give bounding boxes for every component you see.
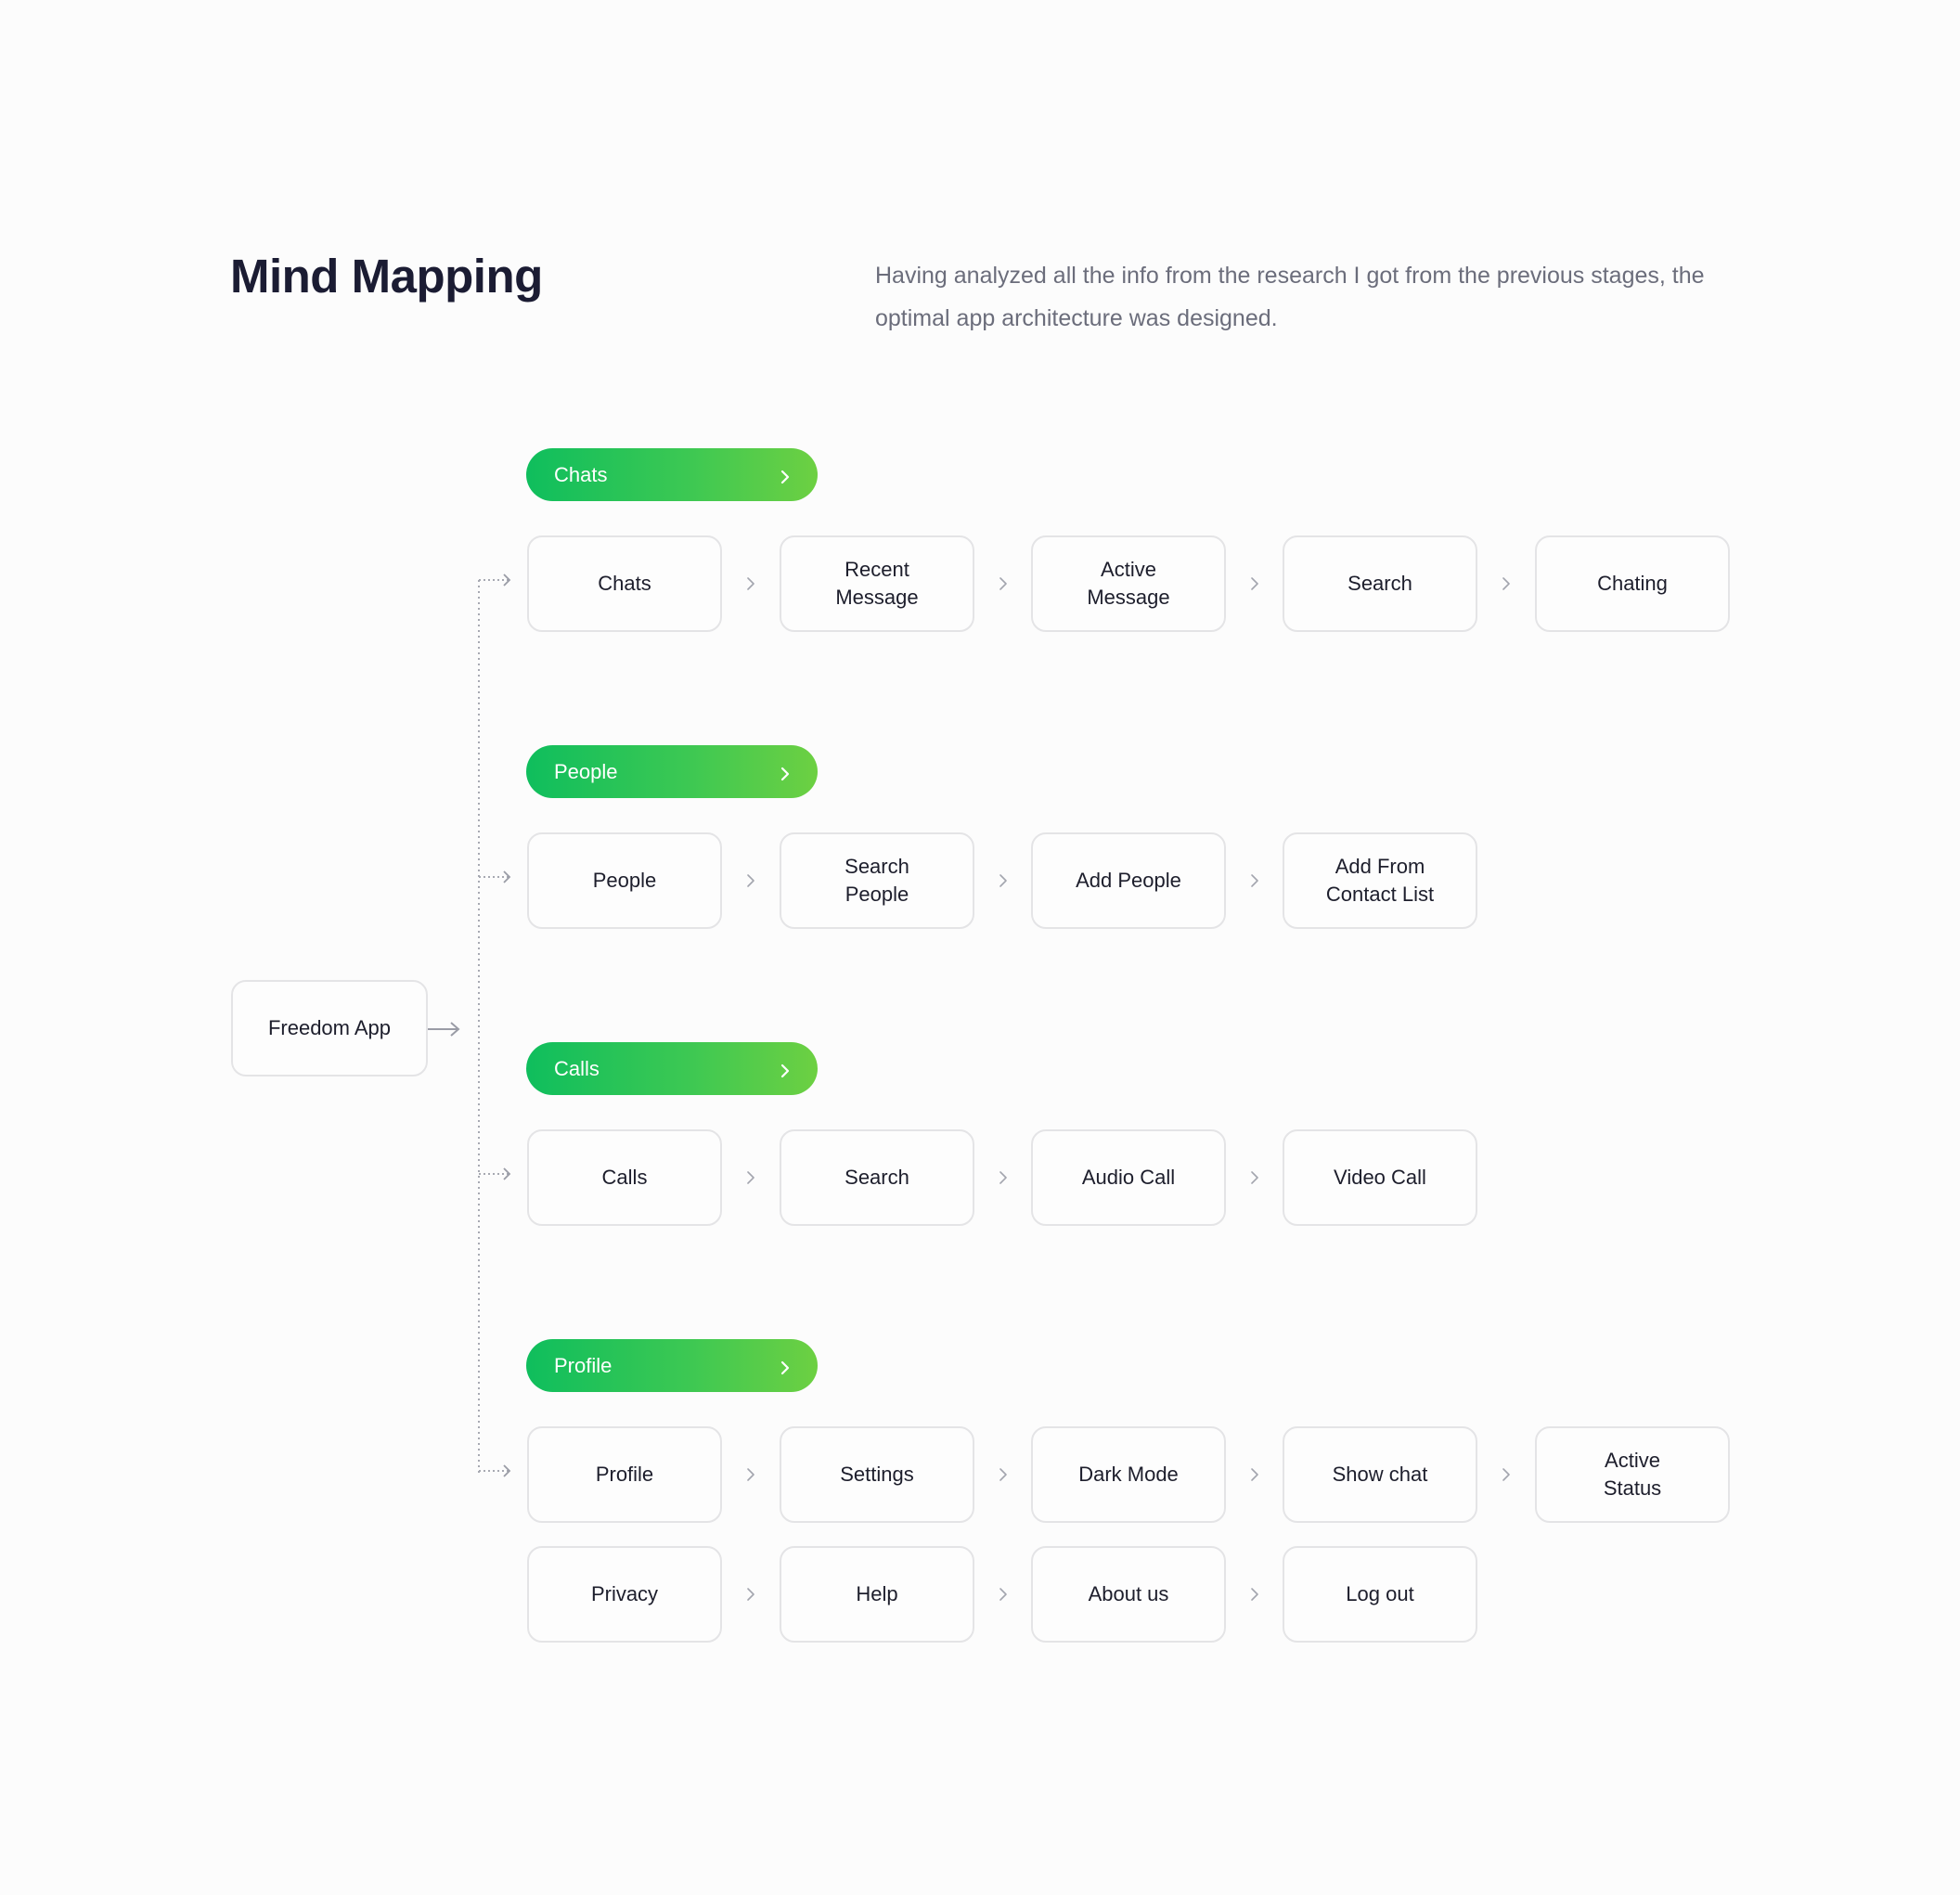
screen-node[interactable]: Search xyxy=(780,1129,974,1226)
chevron-right-icon xyxy=(745,1586,756,1603)
screen-node[interactable]: Add From Contact List xyxy=(1283,832,1477,929)
branch-pill-label: Calls xyxy=(554,1056,600,1080)
screen-node[interactable]: Privacy xyxy=(527,1546,722,1643)
screen-node[interactable]: Chating xyxy=(1535,535,1730,632)
screen-node[interactable]: Add People xyxy=(1031,832,1226,929)
root-arrow-icon xyxy=(428,1022,460,1037)
screen-node[interactable]: Dark Mode xyxy=(1031,1426,1226,1523)
chevron-right-icon xyxy=(779,764,792,780)
chevron-right-icon xyxy=(779,1358,792,1374)
chevron-right-icon xyxy=(745,1466,756,1483)
chevron-right-icon xyxy=(745,1169,756,1186)
chevron-right-icon xyxy=(779,1061,792,1077)
chevron-right-icon xyxy=(745,575,756,592)
screen-node[interactable]: Show chat xyxy=(1283,1426,1477,1523)
screen-node[interactable]: About us xyxy=(1031,1546,1226,1643)
screen-node[interactable]: People xyxy=(527,832,722,929)
screen-node[interactable]: Recent Message xyxy=(780,535,974,632)
chevron-right-icon xyxy=(998,1169,1009,1186)
page-title: Mind Mapping xyxy=(230,250,543,303)
screen-node[interactable]: Audio Call xyxy=(1031,1129,1226,1226)
branch-pill-chats[interactable]: Chats xyxy=(526,448,818,501)
chevron-right-icon xyxy=(998,1586,1009,1603)
branch-pill-calls[interactable]: Calls xyxy=(526,1042,818,1095)
screen-node[interactable]: Search People xyxy=(780,832,974,929)
screen-node[interactable]: Chats xyxy=(527,535,722,632)
branch-connector-arrow-icon xyxy=(479,1167,511,1180)
root-node[interactable]: Freedom App xyxy=(231,980,428,1076)
screen-node[interactable]: Search xyxy=(1283,535,1477,632)
branch-pill-label: Profile xyxy=(554,1353,612,1377)
screen-node[interactable]: Video Call xyxy=(1283,1129,1477,1226)
screen-node[interactable]: Settings xyxy=(780,1426,974,1523)
chevron-right-icon xyxy=(1249,872,1260,889)
screen-node[interactable]: Calls xyxy=(527,1129,722,1226)
branch-pill-profile[interactable]: Profile xyxy=(526,1339,818,1392)
chevron-right-icon xyxy=(998,1466,1009,1483)
screen-node[interactable]: Help xyxy=(780,1546,974,1643)
branch-connector-arrow-icon xyxy=(479,574,511,587)
branch-connector-arrow-icon xyxy=(479,870,511,883)
branch-pill-label: Chats xyxy=(554,462,608,486)
chevron-right-icon xyxy=(998,575,1009,592)
chevron-right-icon xyxy=(1249,575,1260,592)
chevron-right-icon xyxy=(998,872,1009,889)
branch-connectors xyxy=(479,574,511,1477)
branch-pill-people[interactable]: People xyxy=(526,745,818,798)
screen-node[interactable]: Log out xyxy=(1283,1546,1477,1643)
chevron-right-icon xyxy=(1249,1586,1260,1603)
branch-pill-label: People xyxy=(554,759,618,783)
chevron-right-icon xyxy=(1249,1466,1260,1483)
chevron-right-icon xyxy=(1501,575,1512,592)
screen-node[interactable]: Profile xyxy=(527,1426,722,1523)
screen-node[interactable]: Active Message xyxy=(1031,535,1226,632)
chevron-right-icon xyxy=(1249,1169,1260,1186)
chevron-right-icon xyxy=(1501,1466,1512,1483)
screen-node[interactable]: Active Status xyxy=(1535,1426,1730,1523)
branch-connector-arrow-icon xyxy=(479,1464,511,1477)
chevron-right-icon xyxy=(745,872,756,889)
chevron-right-icon xyxy=(779,467,792,483)
page-description: Having analyzed all the info from the re… xyxy=(875,263,1705,331)
